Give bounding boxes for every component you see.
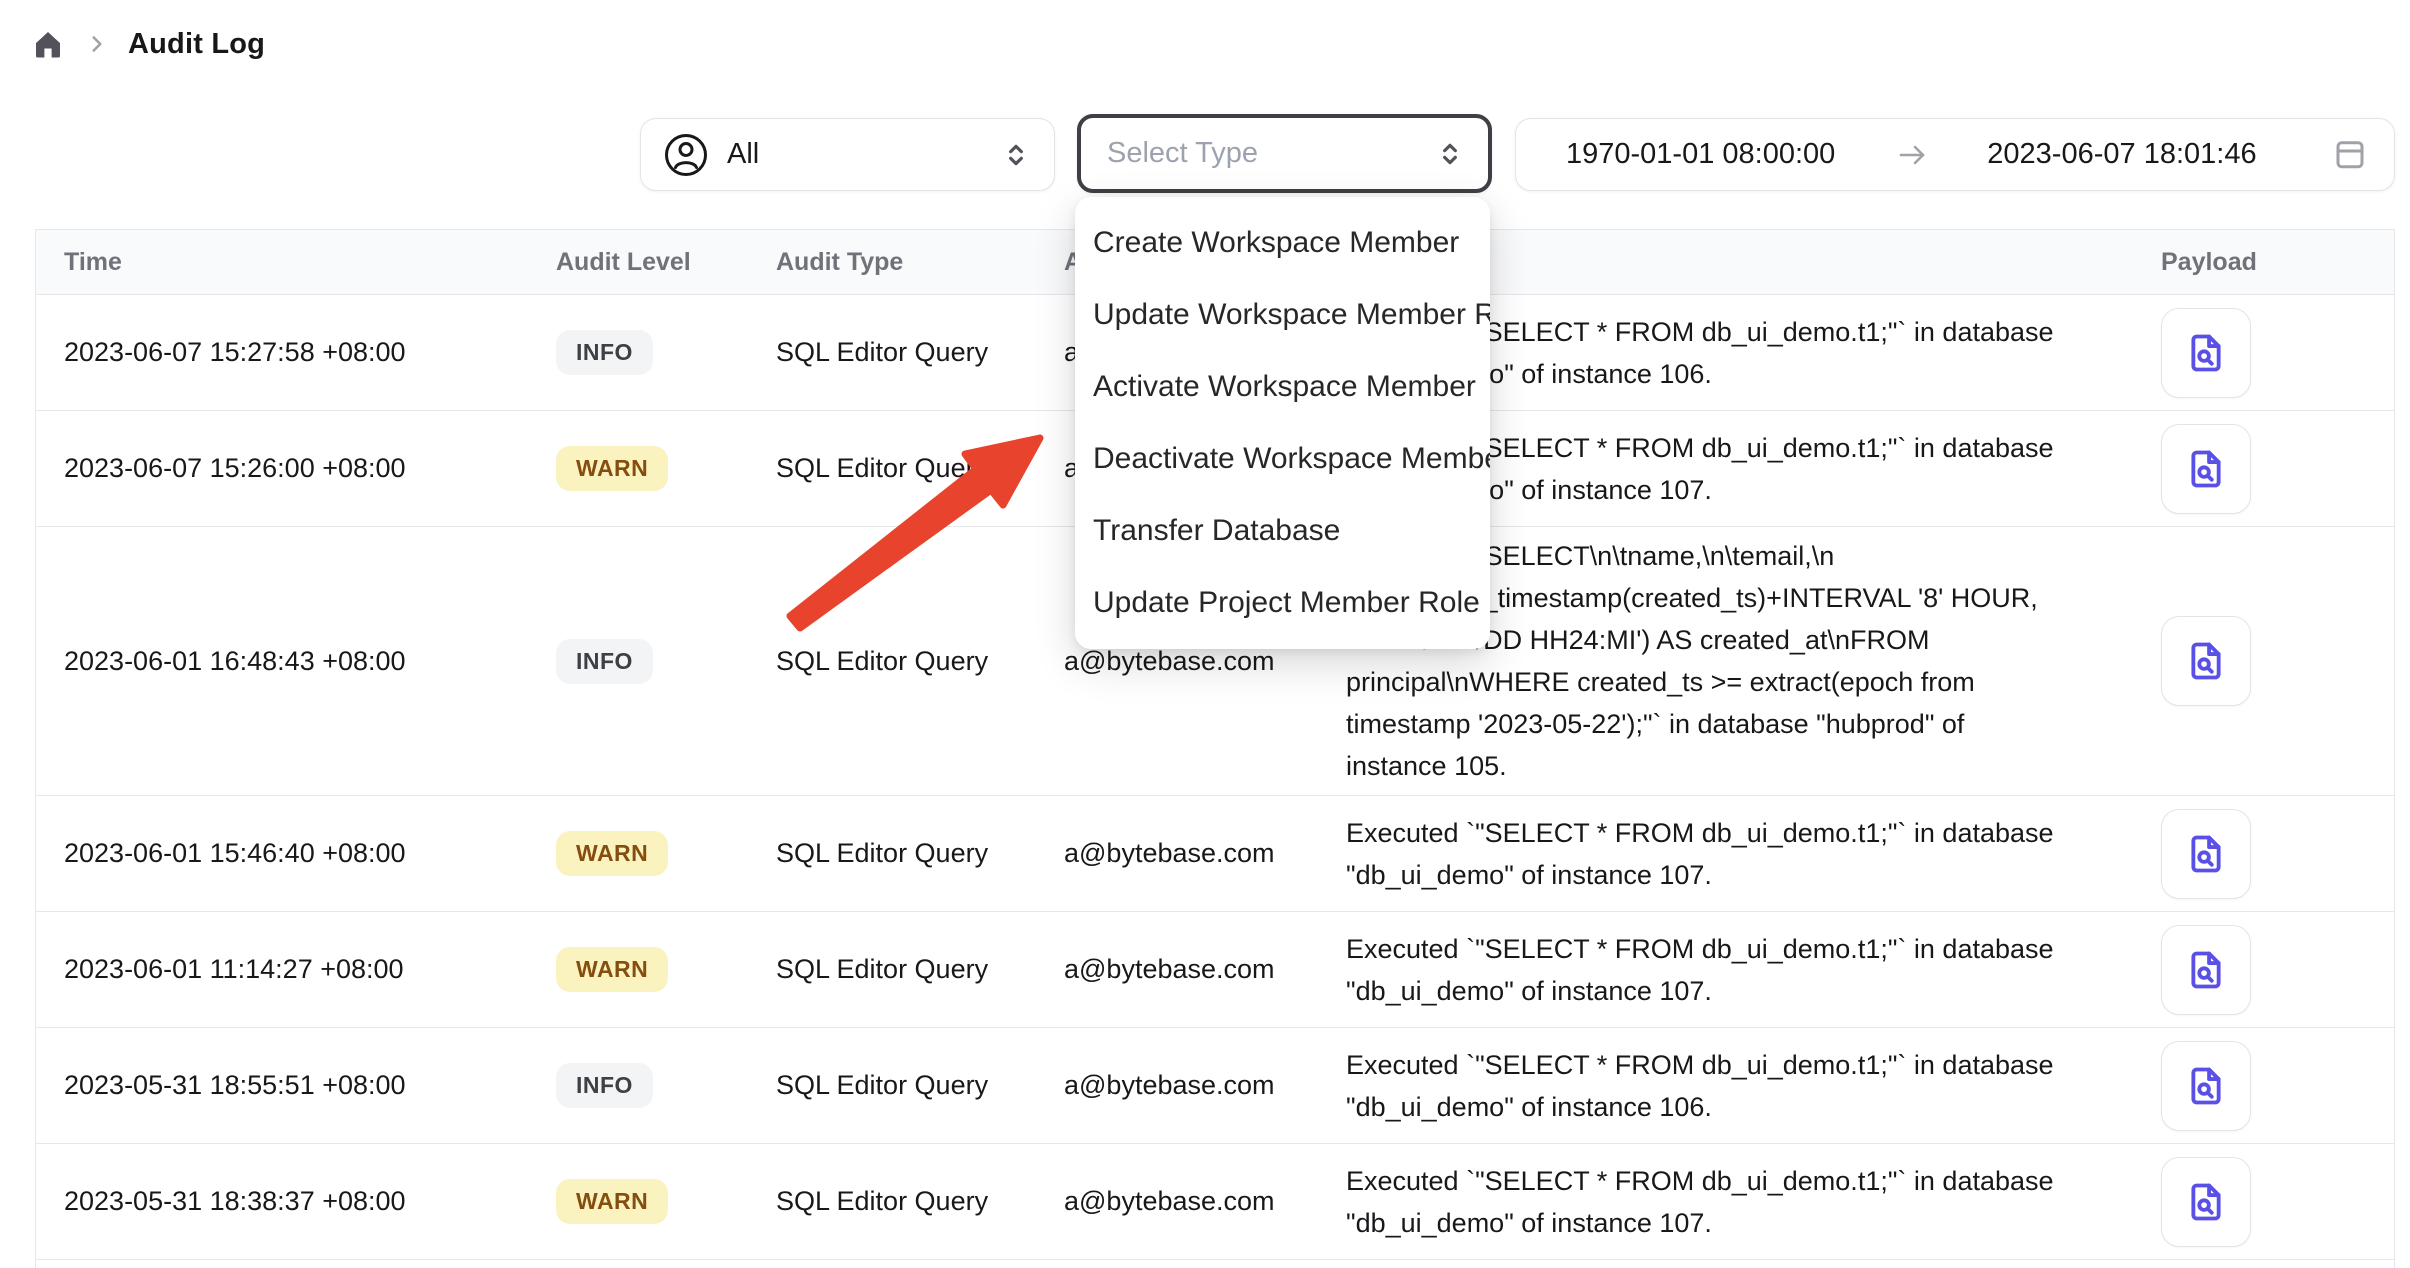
table-row: 2023-05-31 18:55:51 +08:00 INFO SQL Edit… xyxy=(36,1028,2394,1144)
cell-time: 2023-05-31 18:55:51 +08:00 xyxy=(36,1070,556,1101)
cell-payload xyxy=(2161,616,2394,706)
cell-comment: Executed `"SELECT * FROM db_ui_demo.t1;"… xyxy=(1346,812,2161,896)
cell-payload xyxy=(2161,1041,2394,1131)
view-payload-button[interactable] xyxy=(2161,925,2251,1015)
cell-time: 2023-06-01 16:48:43 +08:00 xyxy=(36,646,556,677)
document-search-icon xyxy=(2183,638,2229,684)
table-row: 2023-06-01 11:14:27 +08:00 WARN SQL Edit… xyxy=(36,912,2394,1028)
date-range-picker[interactable]: 1970-01-01 08:00:00 2023-06-07 18:01:46 xyxy=(1515,118,2395,191)
cell-comment: Executed `"SELECT * FROM db_ui_demo.t1;"… xyxy=(1346,1160,2161,1244)
col-header-audit-level: Audit Level xyxy=(556,248,776,277)
audit-level-badge: INFO xyxy=(556,1063,653,1108)
document-search-icon xyxy=(2183,1063,2229,1109)
cell-time: 2023-06-07 15:26:00 +08:00 xyxy=(36,453,556,484)
cell-time: 2023-06-07 15:27:58 +08:00 xyxy=(36,337,556,368)
view-payload-button[interactable] xyxy=(2161,809,2251,899)
cell-payload xyxy=(2161,925,2394,1015)
audit-level-badge: WARN xyxy=(556,831,668,876)
audit-level-badge: WARN xyxy=(556,446,668,491)
document-search-icon xyxy=(2183,330,2229,376)
view-payload-button[interactable] xyxy=(2161,1041,2251,1131)
page-title: Audit Log xyxy=(128,28,265,61)
type-filter-placeholder: Select Type xyxy=(1107,137,1434,170)
document-search-icon xyxy=(2183,446,2229,492)
dropdown-item[interactable]: Create Workspace Member xyxy=(1075,207,1490,279)
col-header-time: Time xyxy=(36,248,556,277)
col-header-payload: Payload xyxy=(2161,248,2394,277)
document-search-icon xyxy=(2183,1179,2229,1225)
cell-comment: Executed `"SELECT * FROM db_ui_demo.t1;"… xyxy=(1346,928,2161,1012)
col-header-audit-type: Audit Type xyxy=(776,248,1064,277)
view-payload-button[interactable] xyxy=(2161,424,2251,514)
cell-payload xyxy=(2161,424,2394,514)
cell-time: 2023-05-31 18:38:37 +08:00 xyxy=(36,1186,556,1217)
arrow-right-icon xyxy=(1895,138,1929,172)
audit-level-badge: WARN xyxy=(556,1179,668,1224)
date-range-end[interactable]: 2023-06-07 18:01:46 xyxy=(1987,138,2256,171)
dropdown-item[interactable]: Activate Workspace Member xyxy=(1075,351,1490,423)
cell-audit-type: SQL Editor Query xyxy=(776,337,1064,368)
home-icon[interactable] xyxy=(30,26,66,62)
user-circle-icon xyxy=(663,132,709,178)
dropdown-item[interactable]: Deactivate Workspace Member xyxy=(1075,423,1490,495)
table-row: 2023-05-31 18:38:37 +08:00 WARN SQL Edit… xyxy=(36,1144,2394,1260)
type-filter-dropdown: Create Workspace Member Update Workspace… xyxy=(1075,197,1490,649)
audit-level-badge: WARN xyxy=(556,947,668,992)
chevron-updown-icon xyxy=(1434,138,1466,170)
cell-payload xyxy=(2161,809,2394,899)
cell-actor: a@bytebase.com xyxy=(1064,1070,1346,1101)
cell-audit-type: SQL Editor Query xyxy=(776,1070,1064,1101)
cell-actor: a@bytebase.com xyxy=(1064,954,1346,985)
dropdown-item[interactable]: Transfer Database xyxy=(1075,495,1490,567)
cell-actor: a@bytebase.com xyxy=(1064,646,1346,677)
dropdown-item[interactable]: Update Workspace Member Role xyxy=(1075,279,1490,351)
date-range-start[interactable]: 1970-01-01 08:00:00 xyxy=(1566,138,1835,171)
chevron-right-icon xyxy=(84,31,110,57)
cell-time: 2023-06-01 15:46:40 +08:00 xyxy=(36,838,556,869)
cell-audit-type: SQL Editor Query xyxy=(776,453,1064,484)
cell-audit-type: SQL Editor Query xyxy=(776,954,1064,985)
actor-filter-select[interactable]: All xyxy=(640,118,1055,191)
chevron-updown-icon xyxy=(1000,139,1032,171)
view-payload-button[interactable] xyxy=(2161,616,2251,706)
cell-actor: a@bytebase.com xyxy=(1064,838,1346,869)
cell-audit-type: SQL Editor Query xyxy=(776,1186,1064,1217)
audit-level-badge: INFO xyxy=(556,330,653,375)
view-payload-button[interactable] xyxy=(2161,308,2251,398)
dropdown-item[interactable]: Update Project Member Role xyxy=(1075,567,1490,639)
cell-actor: a@bytebase.com xyxy=(1064,1186,1346,1217)
actor-filter-value: All xyxy=(727,138,1000,171)
cell-time: 2023-06-01 11:14:27 +08:00 xyxy=(36,954,556,985)
audit-level-badge: INFO xyxy=(556,639,653,684)
calendar-icon xyxy=(2332,136,2368,174)
cell-audit-type: SQL Editor Query xyxy=(776,838,1064,869)
view-payload-button[interactable] xyxy=(2161,1157,2251,1247)
cell-comment: Executed `"SELECT * FROM db_ui_demo.t1;"… xyxy=(1346,1044,2161,1128)
document-search-icon xyxy=(2183,831,2229,877)
cell-payload xyxy=(2161,1157,2394,1247)
type-filter-select[interactable]: Select Type xyxy=(1077,114,1492,193)
document-search-icon xyxy=(2183,947,2229,993)
table-row: 2023-06-01 15:46:40 +08:00 WARN SQL Edit… xyxy=(36,796,2394,912)
cell-payload xyxy=(2161,308,2394,398)
cell-audit-type: SQL Editor Query xyxy=(776,646,1064,677)
breadcrumb: Audit Log xyxy=(30,26,265,62)
